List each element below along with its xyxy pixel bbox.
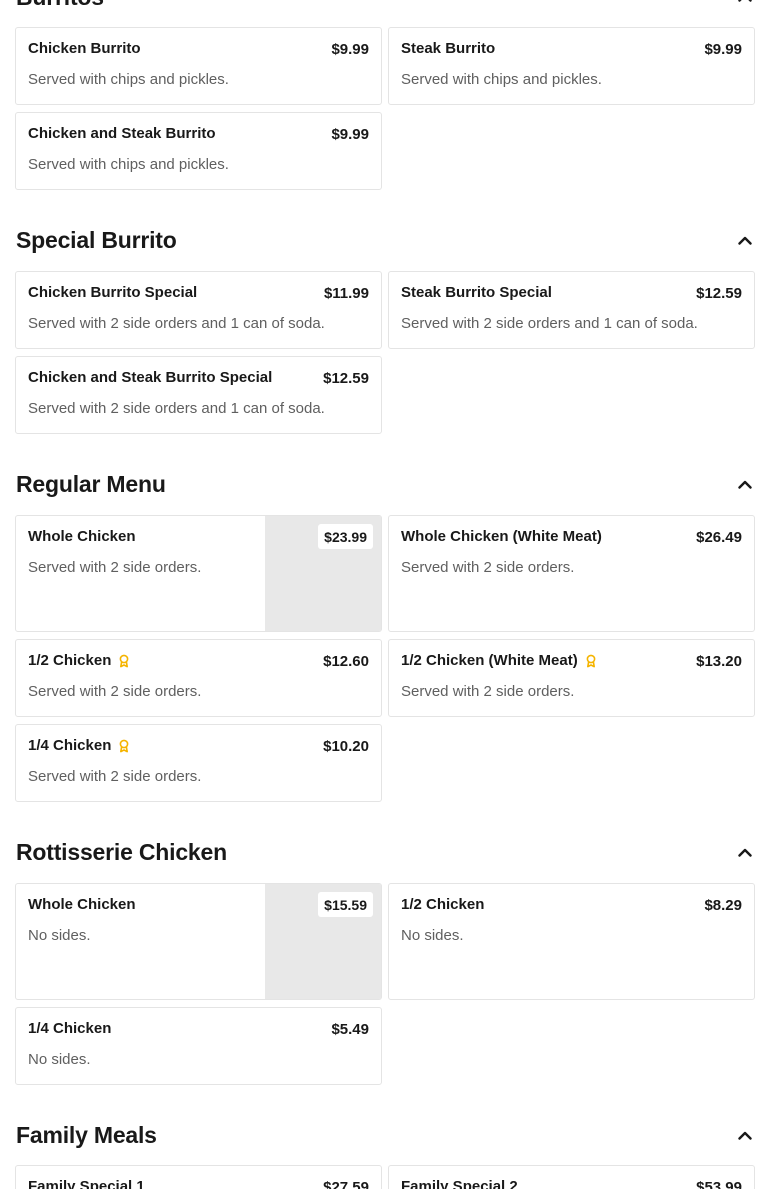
item-price: $8.29: [704, 897, 742, 914]
menu-item-card[interactable]: Steak Burrito Special $12.59 Served with…: [388, 271, 755, 349]
menu-item-card[interactable]: 1/2 Chicken $8.29 No sides.: [388, 883, 755, 1000]
item-price: $23.99: [318, 524, 373, 549]
section-title: Family Meals: [16, 1121, 157, 1148]
item-price: $9.99: [331, 126, 369, 143]
menu-item-card[interactable]: Family Special 2 $53.99: [388, 1165, 755, 1189]
menu-item-card[interactable]: Chicken and Steak Burrito Special $12.59…: [15, 356, 382, 434]
award-icon: [584, 654, 598, 668]
item-price: $12.60: [323, 653, 369, 670]
menu-item-card[interactable]: Whole Chicken (White Meat) $26.49 Served…: [388, 515, 755, 632]
item-name: Whole Chicken (White Meat): [401, 528, 602, 545]
item-description: Served with 2 side orders.: [401, 683, 575, 700]
item-description: Served with 2 side orders.: [28, 683, 202, 700]
item-price: $53.99: [696, 1179, 742, 1189]
item-name: Steak Burrito: [401, 40, 496, 57]
menu-item-card[interactable]: Family Special 1 $27.59: [15, 1165, 382, 1189]
item-description: No sides.: [28, 927, 91, 944]
item-name: Chicken and Steak Burrito Special: [28, 369, 273, 386]
menu-item-card[interactable]: 1/2 Chicken (White Meat) $13.20 Served w…: [388, 639, 755, 717]
section-title: Regular Menu: [16, 470, 166, 497]
section-header-family-meals[interactable]: Family Meals: [16, 1120, 754, 1150]
item-description: No sides.: [401, 927, 464, 944]
item-price: $26.49: [696, 529, 742, 546]
item-description: Served with 2 side orders and 1 can of s…: [401, 315, 698, 332]
section-title: Special Burrito: [16, 226, 177, 253]
menu-item-card[interactable]: Whole Chicken No sides. $15.59: [15, 883, 382, 1000]
chevron-up-icon[interactable]: [736, 1126, 754, 1144]
item-description: Served with chips and pickles.: [401, 71, 602, 88]
item-name: 1/4 Chicken: [28, 737, 131, 754]
item-price: $12.59: [323, 370, 369, 387]
item-name: Chicken Burrito: [28, 40, 141, 57]
item-description: Served with 2 side orders and 1 can of s…: [28, 315, 325, 332]
item-name: Chicken and Steak Burrito: [28, 125, 216, 142]
item-description: Served with 2 side orders and 1 can of s…: [28, 400, 325, 417]
item-name: Whole Chicken: [28, 528, 136, 545]
item-description: Served with 2 side orders.: [401, 559, 575, 576]
menu-item-card[interactable]: Chicken Burrito Special $11.99 Served wi…: [15, 271, 382, 349]
item-name: Whole Chicken: [28, 896, 136, 913]
chevron-up-icon[interactable]: [736, 0, 754, 6]
award-icon: [117, 654, 131, 668]
item-name: 1/2 Chicken: [28, 652, 131, 669]
menu-item-card[interactable]: 1/4 Chicken $5.49 No sides.: [15, 1007, 382, 1085]
item-price: $12.59: [696, 285, 742, 302]
item-name: 1/2 Chicken (White Meat): [401, 652, 598, 669]
item-name: Family Special 2: [401, 1178, 518, 1189]
item-image-placeholder: $23.99: [265, 516, 381, 631]
item-name: 1/2 Chicken: [401, 896, 485, 913]
item-name: Chicken Burrito Special: [28, 284, 198, 301]
menu-item-card[interactable]: Chicken and Steak Burrito $9.99 Served w…: [15, 112, 382, 190]
item-price: $13.20: [696, 653, 742, 670]
section-header-special-burrito[interactable]: Special Burrito: [16, 225, 754, 255]
item-description: Served with 2 side orders.: [28, 559, 202, 576]
chevron-up-icon[interactable]: [736, 475, 754, 493]
item-price: $10.20: [323, 738, 369, 755]
menu-item-card[interactable]: Steak Burrito $9.99 Served with chips an…: [388, 27, 755, 105]
menu-item-card[interactable]: 1/2 Chicken $12.60 Served with 2 side or…: [15, 639, 382, 717]
item-name: 1/4 Chicken: [28, 1020, 112, 1037]
item-price: $9.99: [331, 41, 369, 58]
item-price: $11.99: [323, 285, 369, 302]
item-name: Family Special 1: [28, 1178, 145, 1189]
section-title: Burritos: [16, 0, 104, 11]
award-icon: [117, 739, 131, 753]
chevron-up-icon[interactable]: [736, 843, 754, 861]
item-description: Served with chips and pickles.: [28, 71, 229, 88]
section-header-burritos[interactable]: Burritos: [16, 0, 754, 12]
item-image-placeholder: $15.59: [265, 884, 381, 999]
section-title: Rottisserie Chicken: [16, 838, 227, 865]
section-header-regular-menu[interactable]: Regular Menu: [16, 469, 754, 499]
chevron-up-icon[interactable]: [736, 231, 754, 249]
item-name: Steak Burrito Special: [401, 284, 552, 301]
item-price: $9.99: [704, 41, 742, 58]
item-description: Served with 2 side orders.: [28, 768, 202, 785]
menu-item-card[interactable]: 1/4 Chicken $10.20 Served with 2 side or…: [15, 724, 382, 802]
item-description: Served with chips and pickles.: [28, 156, 229, 173]
item-description: No sides.: [28, 1051, 91, 1068]
item-price: $27.59: [323, 1179, 369, 1189]
section-header-rottisserie-chicken[interactable]: Rottisserie Chicken: [16, 837, 754, 867]
menu-item-card[interactable]: Whole Chicken Served with 2 side orders.…: [15, 515, 382, 632]
menu-item-card[interactable]: Chicken Burrito $9.99 Served with chips …: [15, 27, 382, 105]
item-price: $15.59: [318, 892, 373, 917]
item-price: $5.49: [331, 1021, 369, 1038]
